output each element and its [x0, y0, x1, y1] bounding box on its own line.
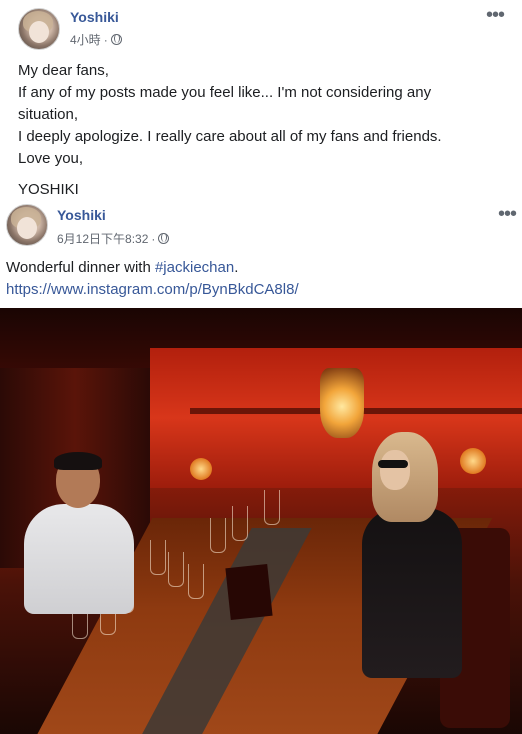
post-1: Yoshiki 4小時 · ••• My dear fans, If any o… — [0, 0, 522, 198]
more-options-icon[interactable]: ••• — [498, 204, 517, 224]
person-right — [362, 508, 462, 678]
globe-icon — [158, 233, 170, 244]
hashtag-link[interactable]: #jackiechan — [155, 259, 234, 276]
author-name[interactable]: Yoshiki — [70, 9, 119, 25]
post-text-prefix: Wonderful dinner with — [6, 259, 155, 276]
person-left — [24, 504, 134, 614]
author-avatar[interactable] — [6, 204, 48, 246]
post-text: Wonderful dinner with #jackiechan. https… — [6, 257, 496, 301]
post-line: Wonderful dinner with #jackiechan. — [6, 257, 496, 279]
globe-icon — [110, 34, 122, 45]
author-name[interactable]: Yoshiki — [57, 207, 106, 223]
post-meta: 6月12日下午8:32 · — [57, 230, 170, 247]
post-photo[interactable] — [0, 308, 522, 734]
post-text-suffix: . — [234, 259, 239, 276]
post-line: My dear fans, — [18, 62, 109, 79]
chandelier — [320, 368, 364, 438]
post-meta: 4小時 · — [70, 31, 122, 48]
instagram-link[interactable]: https://www.instagram.com/p/BynBkdCA8l8/ — [6, 279, 496, 301]
post-line: Love you, — [18, 150, 84, 167]
post-timestamp[interactable]: 6月12日下午8:32 — [57, 230, 148, 247]
post-2: Yoshiki 6月12日下午8:32 · ••• Wonderful dinn… — [0, 196, 522, 734]
more-options-icon[interactable]: ••• — [486, 5, 505, 25]
post-timestamp[interactable]: 4小時 — [70, 31, 101, 48]
author-avatar[interactable] — [18, 8, 60, 50]
post-line: If any of my posts made you feel like...… — [18, 84, 432, 123]
post-text: My dear fans, If any of my posts made yo… — [18, 60, 508, 201]
post-line: I deeply apologize. I really care about … — [18, 128, 442, 145]
